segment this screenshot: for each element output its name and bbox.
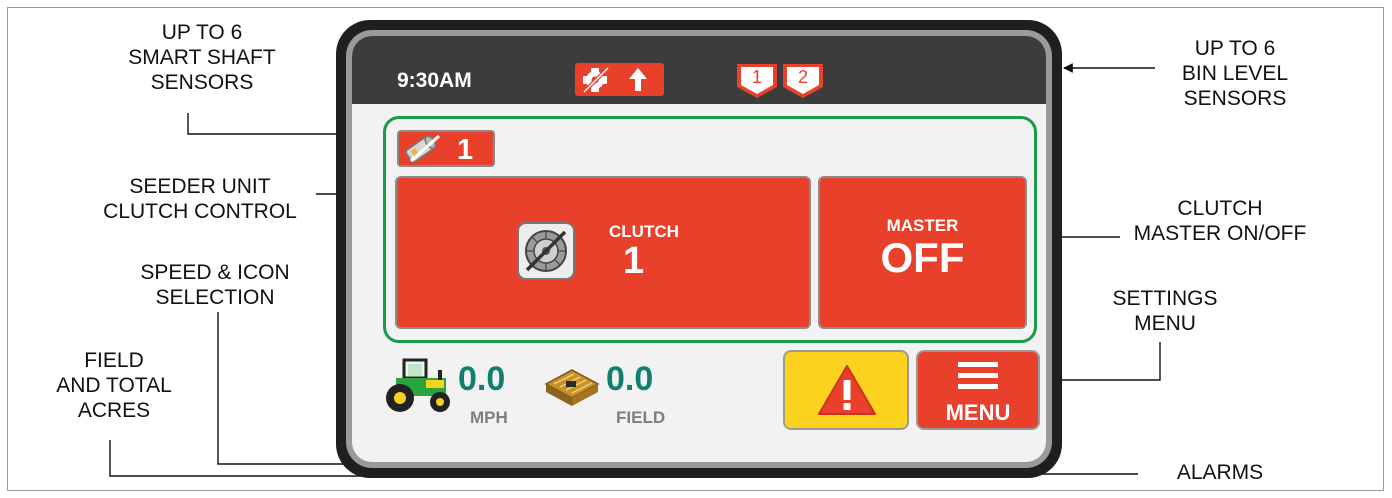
master-clutch-button[interactable]: MASTER OFF bbox=[818, 176, 1027, 329]
field-acres-icon bbox=[544, 369, 600, 406]
status-bar: 9:30AM 1 2 bbox=[352, 36, 1046, 104]
field-acres-value: 0.0 bbox=[606, 360, 654, 398]
bin-level-indicator-2[interactable]: 2 bbox=[782, 63, 824, 99]
clutch-number: 1 bbox=[623, 240, 645, 282]
shaft-sensor-off-icon bbox=[582, 66, 647, 94]
device-bezel: 9:30AM 1 2 1 CLUTCH 1 MASTER OFF 0.0 MPH… bbox=[346, 30, 1052, 468]
controller-device: 9:30AM 1 2 1 CLUTCH 1 MASTER OFF 0.0 MPH… bbox=[336, 20, 1062, 478]
clock-time: 9:30AM bbox=[397, 69, 472, 92]
bin-number: 1 bbox=[751, 67, 762, 87]
bin-level-indicator-1[interactable]: 1 bbox=[736, 63, 778, 99]
up-arrow-icon bbox=[629, 68, 647, 91]
settings-menu-button[interactable]: MENU bbox=[916, 350, 1040, 430]
master-state: OFF bbox=[880, 234, 965, 281]
menu-label: MENU bbox=[945, 400, 1011, 425]
speed-value: 0.0 bbox=[458, 360, 506, 398]
bin-number: 2 bbox=[797, 67, 808, 87]
master-label: MASTER bbox=[886, 216, 959, 235]
clutch-disengaged-icon bbox=[517, 222, 575, 280]
warning-icon bbox=[818, 365, 876, 415]
tractor-icon bbox=[386, 358, 450, 412]
display-screen: 9:30AM 1 2 1 CLUTCH 1 MASTER OFF 0.0 MPH… bbox=[352, 36, 1046, 462]
acres-selector[interactable]: 0.0 FIELD bbox=[542, 354, 692, 434]
shaft-sensor-status[interactable] bbox=[575, 63, 664, 96]
field-acres-unit: FIELD bbox=[616, 408, 666, 427]
hamburger-menu-icon bbox=[958, 362, 998, 389]
smart-shaft-sensor-tag[interactable]: 1 bbox=[397, 130, 495, 167]
speed-selector[interactable]: 0.0 MPH bbox=[382, 354, 532, 434]
alarms-button[interactable] bbox=[783, 350, 909, 430]
clutch-1-button[interactable]: CLUTCH 1 bbox=[395, 176, 811, 329]
speed-unit: MPH bbox=[470, 408, 508, 427]
clutch-label: CLUTCH bbox=[609, 222, 679, 241]
shaft-sensor-icon bbox=[405, 134, 440, 163]
sensor-number: 1 bbox=[457, 134, 474, 166]
